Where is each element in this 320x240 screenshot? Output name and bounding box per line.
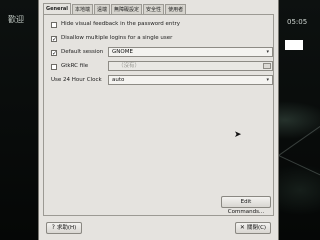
edit-commands-label: Edit Commands...	[227, 199, 265, 215]
default-session-combo[interactable]: GNOME ▾	[108, 47, 273, 57]
close-icon: ✕	[239, 224, 245, 231]
background-window-title: 歡迎	[8, 15, 24, 24]
background-white-block	[285, 40, 303, 50]
clock-24-value: auto	[112, 77, 125, 83]
chevron-down-icon: ▾	[266, 49, 269, 55]
edit-commands-button[interactable]: Edit Commands...	[221, 196, 271, 215]
folder-icon	[263, 63, 271, 69]
clock-24-label: Use 24 Hour Clock	[51, 77, 102, 83]
background-clock: 05:05	[287, 18, 308, 26]
disallow-multiple-checkbox[interactable]: ✓	[51, 36, 57, 43]
general-panel: Hide visual feedback in the password ent…	[43, 14, 274, 216]
close-label: 關閉(C)	[246, 225, 267, 231]
pointer-arrow-icon: ➤	[234, 130, 242, 140]
help-icon: ?	[51, 224, 55, 231]
login-window-preferences-dialog: General 本地端 遠端 無障礙設定 安全性 使用者 Hide visual…	[38, 0, 279, 240]
gtkrc-checkbox[interactable]	[51, 64, 57, 70]
hide-feedback-checkbox[interactable]	[51, 22, 57, 28]
disallow-multiple-label: Disallow multiple logins for a single us…	[61, 35, 173, 41]
hide-feedback-label: Hide visual feedback in the password ent…	[61, 21, 181, 27]
default-session-label: Default session	[61, 49, 104, 55]
default-session-value: GNOME	[112, 49, 133, 55]
gtkrc-placeholder: （沒有）	[118, 63, 141, 69]
clock-24-combo[interactable]: auto ▾	[108, 75, 273, 85]
close-button[interactable]: ✕ 關閉(C)	[235, 222, 271, 234]
gtkrc-label: GtkRC file	[61, 63, 89, 69]
help-button[interactable]: ? 求助(H)	[46, 222, 82, 234]
gtkrc-file-chooser[interactable]: （沒有）	[108, 61, 273, 71]
help-label: 求助(H)	[56, 225, 77, 231]
chevron-down-icon: ▾	[266, 77, 269, 83]
default-session-checkbox[interactable]: ✓	[51, 50, 57, 57]
